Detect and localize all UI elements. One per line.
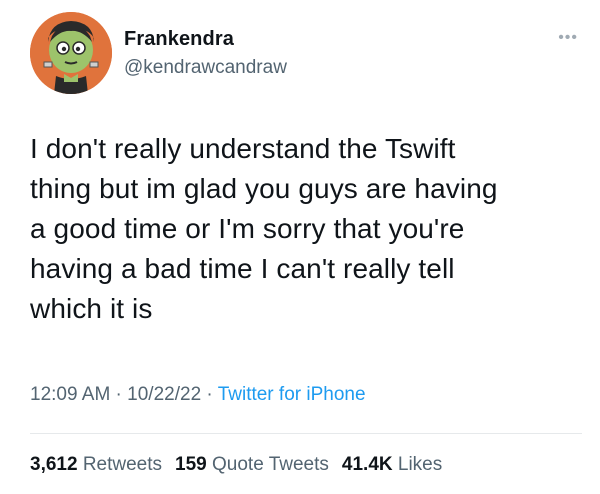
frankenstein-avatar-icon bbox=[30, 12, 112, 94]
tweet-source-link[interactable]: Twitter for iPhone bbox=[218, 384, 366, 405]
more-options-icon[interactable]: ••• bbox=[558, 30, 578, 46]
meta-separator: · bbox=[110, 384, 128, 405]
display-name[interactable]: Frankendra bbox=[124, 26, 287, 52]
tweet-text: I don't really understand the Tswift thi… bbox=[30, 133, 498, 324]
tweet: Frankendra @kendrawcandraw ••• I don't r… bbox=[0, 0, 600, 494]
retweets-label: Retweets bbox=[82, 454, 163, 475]
quote-tweets-label: Quote Tweets bbox=[212, 454, 329, 475]
divider bbox=[30, 433, 582, 434]
tweet-meta: 12:09 AM · 10/22/22 · Twitter for iPhone bbox=[30, 381, 366, 409]
author-block: Frankendra @kendrawcandraw bbox=[124, 26, 287, 81]
tweet-date[interactable]: 10/22/22 bbox=[127, 384, 201, 405]
likes-label: Likes bbox=[397, 454, 443, 475]
meta-separator: · bbox=[201, 384, 218, 405]
quote-tweets-stat[interactable]: 159 Quote Tweets bbox=[175, 454, 329, 475]
retweets-count: 3,612 bbox=[30, 454, 78, 475]
likes-stat[interactable]: 41.4K Likes bbox=[342, 454, 442, 475]
quote-tweets-count: 159 bbox=[175, 454, 207, 475]
retweets-stat[interactable]: 3,612 Retweets bbox=[30, 454, 162, 475]
likes-count: 41.4K bbox=[341, 454, 393, 475]
tweet-stats: 3,612 Retweets 159 Quote Tweets 41.4K Like… bbox=[30, 451, 455, 479]
handle[interactable]: @kendrawcandraw bbox=[124, 55, 287, 81]
tweet-time[interactable]: 12:09 AM bbox=[30, 384, 110, 405]
avatar[interactable] bbox=[30, 12, 112, 94]
